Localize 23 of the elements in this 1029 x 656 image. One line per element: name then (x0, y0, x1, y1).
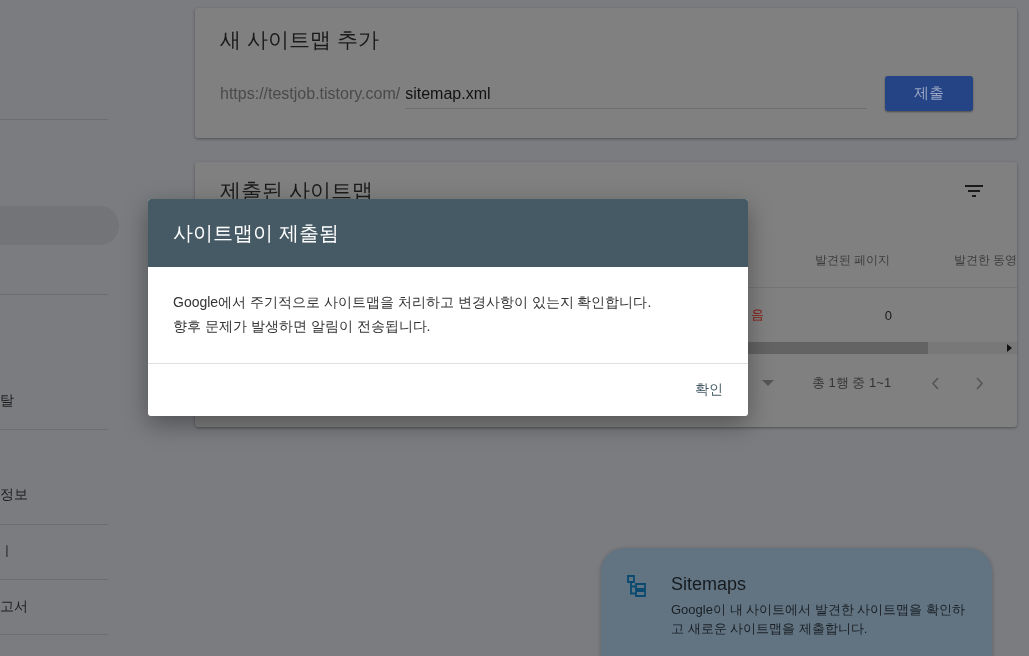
next-page-icon[interactable] (976, 376, 985, 390)
table-cell: 음 (751, 306, 764, 324)
table-cell: 0 (884, 307, 892, 323)
dialog-title: 사이트맵이 제출됨 (148, 199, 748, 267)
sidebar-item[interactable]: 탈 (0, 391, 14, 409)
sidebar-item[interactable]: 고서 (0, 597, 28, 615)
ok-button[interactable]: 확인 (695, 377, 723, 403)
card-title: 새 사이트맵 추가 (220, 27, 380, 53)
sitemap-input-field[interactable]: sitemap.xml (405, 83, 868, 109)
sidebar-item[interactable]: 정보 (0, 485, 28, 503)
help-card[interactable]: Sitemaps Google이 내 사이트에서 발견한 사이트맵을 확인하고 새로운 사이트맵을 제출합니다. (601, 548, 992, 656)
help-card-description: Google이 내 사이트에서 발견한 사이트맵을 확인하고 새로운 사이트맵을 제출합니다. (671, 601, 966, 638)
column-header[interactable]: 발견한 동영 (953, 252, 1017, 268)
submit-button[interactable]: 제출 (885, 76, 974, 111)
filter-icon[interactable] (965, 185, 983, 197)
column-header[interactable]: 발견된 페이지 (815, 252, 891, 268)
help-card-title: Sitemaps (671, 573, 748, 596)
sitemap-tree-icon (627, 575, 647, 597)
scroll-right-icon[interactable] (1007, 344, 1012, 352)
previous-page-icon[interactable] (931, 376, 940, 390)
dialog-message: Google에서 주기적으로 사이트맵을 처리하고 변경사항이 있는지 확인합니다. 향후 문제가 발생하면 알림이 전송됩니다. (148, 267, 748, 364)
dropdown-caret-icon[interactable] (762, 380, 774, 386)
pagination-range: 총 1행 중 1~1 (812, 374, 892, 392)
